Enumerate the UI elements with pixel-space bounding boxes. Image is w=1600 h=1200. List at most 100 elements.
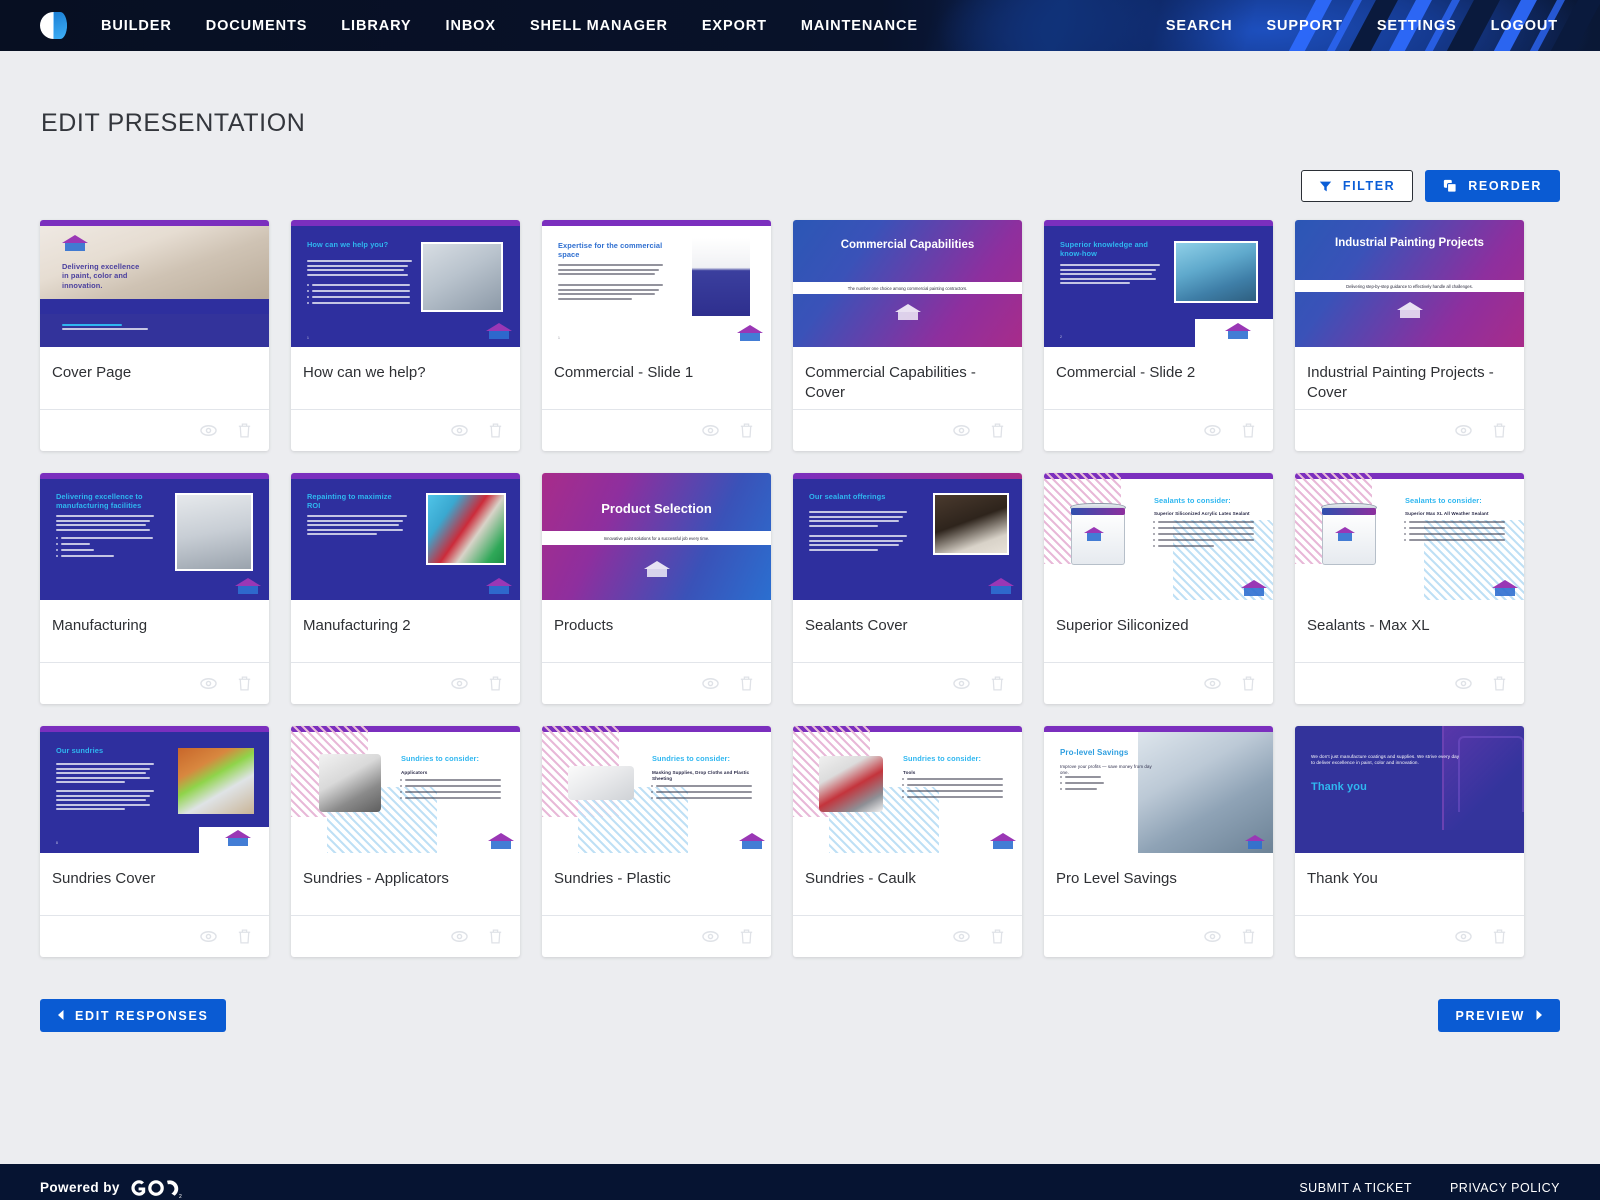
trash-icon[interactable] bbox=[989, 927, 1006, 946]
slide-card[interactable]: Delivering excellence in paint, color an… bbox=[40, 220, 269, 451]
slide-thumbnail[interactable]: Delivering excellence to manufacturing f… bbox=[40, 473, 269, 600]
slide-card[interactable]: Our sealant offerings Sealants Cover bbox=[793, 473, 1022, 704]
slide-thumbnail[interactable]: How can we help you? 1 bbox=[291, 220, 520, 347]
slide-grid: Delivering excellence in paint, color an… bbox=[0, 220, 1600, 957]
slide-thumbnail[interactable]: Repainting to maximize ROI bbox=[291, 473, 520, 600]
nav-link-search[interactable]: SEARCH bbox=[1166, 18, 1233, 34]
slide-thumbnail[interactable]: Sundries to consider: Applicators bbox=[291, 726, 520, 853]
powered-by-label: Powered by bbox=[40, 1180, 120, 1195]
eye-icon[interactable] bbox=[701, 421, 720, 440]
footer-link-privacy-policy[interactable]: PRIVACY POLICY bbox=[1450, 1181, 1560, 1195]
trash-icon[interactable] bbox=[989, 421, 1006, 440]
slide-thumbnail[interactable]: Commercial Capabilities The number one c… bbox=[793, 220, 1022, 347]
slide-card-actions bbox=[1295, 409, 1524, 451]
trash-icon[interactable] bbox=[487, 421, 504, 440]
slide-thumbnail[interactable]: Pro-level Savings Improve your profits —… bbox=[1044, 726, 1273, 853]
slide-card[interactable]: Delivering excellence to manufacturing f… bbox=[40, 473, 269, 704]
slide-card[interactable]: Industrial Painting Projects Delivering … bbox=[1295, 220, 1524, 451]
trash-icon[interactable] bbox=[1240, 674, 1257, 693]
nav-link-documents[interactable]: DOCUMENTS bbox=[206, 18, 308, 34]
eye-icon[interactable] bbox=[701, 927, 720, 946]
nav-link-export[interactable]: EXPORT bbox=[702, 18, 767, 34]
slide-thumbnail[interactable]: Delivering excellence in paint, color an… bbox=[40, 220, 269, 347]
eye-icon[interactable] bbox=[952, 927, 971, 946]
eye-icon[interactable] bbox=[1454, 674, 1473, 693]
trash-icon[interactable] bbox=[1240, 421, 1257, 440]
nav-link-library[interactable]: LIBRARY bbox=[341, 18, 411, 34]
slide-card[interactable]: Sealants to consider: Superior Max XL Al… bbox=[1295, 473, 1524, 704]
eye-icon[interactable] bbox=[450, 927, 469, 946]
eye-icon[interactable] bbox=[1203, 421, 1222, 440]
eye-icon[interactable] bbox=[952, 674, 971, 693]
slide-card[interactable]: Expertise for the commercial space 1 Com… bbox=[542, 220, 771, 451]
nav-link-builder[interactable]: BUILDER bbox=[101, 18, 172, 34]
slide-heading: Sundries to consider: bbox=[903, 754, 982, 763]
eye-icon[interactable] bbox=[701, 674, 720, 693]
eye-icon[interactable] bbox=[199, 674, 218, 693]
slide-thumbnail[interactable]: We don't just manufacture coatings and s… bbox=[1295, 726, 1524, 853]
slide-card-title: Sealants Cover bbox=[805, 617, 908, 634]
edit-responses-button[interactable]: EDIT RESPONSES bbox=[40, 999, 226, 1032]
slide-thumbnail[interactable]: Our sundries 8 bbox=[40, 726, 269, 853]
app-logo-icon[interactable] bbox=[40, 12, 67, 39]
trash-icon[interactable] bbox=[236, 421, 253, 440]
trash-icon[interactable] bbox=[1240, 927, 1257, 946]
trash-icon[interactable] bbox=[487, 927, 504, 946]
slide-thumbnail[interactable]: Superior knowledge and know-how 2 bbox=[1044, 220, 1273, 347]
eye-icon[interactable] bbox=[1203, 674, 1222, 693]
trash-icon[interactable] bbox=[1491, 674, 1508, 693]
preview-button[interactable]: PREVIEW bbox=[1438, 999, 1560, 1032]
slide-thumbnail[interactable]: Product Selection Innovative paint solut… bbox=[542, 473, 771, 600]
filter-button[interactable]: FILTER bbox=[1300, 170, 1414, 202]
eye-icon[interactable] bbox=[1454, 927, 1473, 946]
slide-card[interactable]: Sundries to consider: Tools Sundries - C… bbox=[793, 726, 1022, 957]
trash-icon[interactable] bbox=[738, 421, 755, 440]
eye-icon[interactable] bbox=[1454, 421, 1473, 440]
eye-icon[interactable] bbox=[952, 421, 971, 440]
nav-link-maintenance[interactable]: MAINTENANCE bbox=[801, 18, 918, 34]
footer-link-submit-a-ticket[interactable]: SUBMIT A TICKET bbox=[1299, 1181, 1412, 1195]
slide-card[interactable]: Product Selection Innovative paint solut… bbox=[542, 473, 771, 704]
slide-card[interactable]: Sundries to consider: Masking Supplies, … bbox=[542, 726, 771, 957]
nav-link-inbox[interactable]: INBOX bbox=[446, 18, 496, 34]
slide-card-title: Sundries - Plastic bbox=[554, 870, 671, 887]
trash-icon[interactable] bbox=[738, 674, 755, 693]
trash-icon[interactable] bbox=[1491, 421, 1508, 440]
eye-icon[interactable] bbox=[199, 421, 218, 440]
eye-icon[interactable] bbox=[450, 674, 469, 693]
slide-thumbnail[interactable]: Expertise for the commercial space 1 bbox=[542, 220, 771, 347]
slide-card[interactable]: Pro-level Savings Improve your profits —… bbox=[1044, 726, 1273, 957]
trash-icon[interactable] bbox=[1491, 927, 1508, 946]
eye-icon[interactable] bbox=[1203, 927, 1222, 946]
nav-link-logout[interactable]: LOGOUT bbox=[1491, 18, 1558, 34]
slide-thumbnail[interactable]: Industrial Painting Projects Delivering … bbox=[1295, 220, 1524, 347]
slide-card[interactable]: We don't just manufacture coatings and s… bbox=[1295, 726, 1524, 957]
slide-card[interactable]: Repainting to maximize ROI Manufacturing… bbox=[291, 473, 520, 704]
slide-thumbnail[interactable]: Sundries to consider: Masking Supplies, … bbox=[542, 726, 771, 853]
trash-icon[interactable] bbox=[738, 927, 755, 946]
slide-thumbnail[interactable]: Sundries to consider: Tools bbox=[793, 726, 1022, 853]
slide-card[interactable]: Commercial Capabilities The number one c… bbox=[793, 220, 1022, 451]
slide-thumbnail[interactable]: Our sealant offerings bbox=[793, 473, 1022, 600]
slide-card[interactable]: Our sundries 8 Sundries Cover bbox=[40, 726, 269, 957]
slide-card-actions bbox=[542, 662, 771, 704]
slide-card[interactable]: Sundries to consider: Applicators Sundri… bbox=[291, 726, 520, 957]
trash-icon[interactable] bbox=[236, 674, 253, 693]
nav-link-shell-manager[interactable]: SHELL MANAGER bbox=[530, 18, 668, 34]
slide-heading: Commercial Capabilities bbox=[840, 239, 975, 251]
trash-icon[interactable] bbox=[989, 674, 1006, 693]
slide-card[interactable]: Sealants to consider: Superior Siliconiz… bbox=[1044, 473, 1273, 704]
nav-link-support[interactable]: SUPPORT bbox=[1266, 18, 1342, 34]
slide-thumbnail[interactable]: Sealants to consider: Superior Siliconiz… bbox=[1044, 473, 1273, 600]
nav-link-settings[interactable]: SETTINGS bbox=[1377, 18, 1457, 34]
eye-icon[interactable] bbox=[450, 421, 469, 440]
trash-icon[interactable] bbox=[236, 927, 253, 946]
slide-card[interactable]: How can we help you? 1 How can we help? bbox=[291, 220, 520, 451]
go2-logo-icon: 2 bbox=[129, 1176, 185, 1200]
eye-icon[interactable] bbox=[199, 927, 218, 946]
slide-card[interactable]: Superior knowledge and know-how 2 Commer… bbox=[1044, 220, 1273, 451]
slide-card-actions bbox=[291, 409, 520, 451]
slide-thumbnail[interactable]: Sealants to consider: Superior Max XL Al… bbox=[1295, 473, 1524, 600]
trash-icon[interactable] bbox=[487, 674, 504, 693]
reorder-button[interactable]: REORDER bbox=[1425, 170, 1560, 202]
